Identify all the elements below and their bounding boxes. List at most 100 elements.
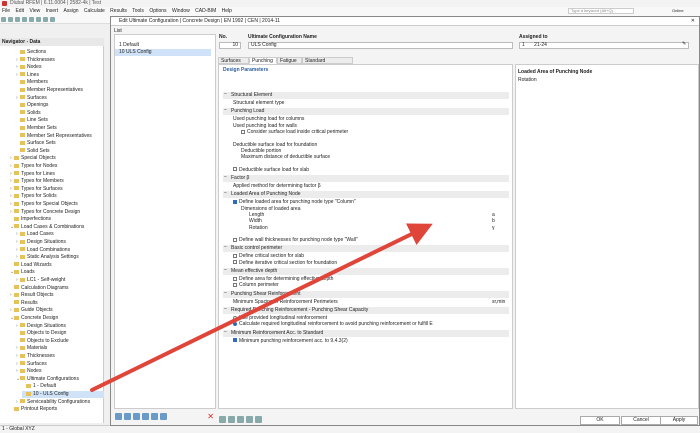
param-group-header[interactable]: Factor β bbox=[223, 175, 509, 182]
param-row[interactable]: Deductible surface load for slab bbox=[233, 167, 309, 173]
new-icon[interactable] bbox=[1, 17, 6, 22]
navigator-item[interactable]: › Types for Surfaces bbox=[10, 186, 104, 193]
param-group-header[interactable]: Punching Load bbox=[223, 108, 509, 116]
filter-icon[interactable] bbox=[246, 416, 253, 423]
open-icon[interactable] bbox=[8, 17, 13, 22]
checkbox[interactable] bbox=[233, 167, 237, 172]
navigator-item[interactable]: › Types for Nodes bbox=[10, 163, 104, 170]
assigned-field[interactable]: 1 21-24 bbox=[519, 42, 689, 49]
info-icon[interactable] bbox=[255, 416, 262, 423]
navigator-item[interactable]: › Design Situations bbox=[16, 323, 104, 330]
navigator-item[interactable]: › Lines bbox=[16, 72, 104, 79]
menu-options[interactable]: Options bbox=[147, 7, 168, 15]
navigator-item[interactable]: Sections bbox=[16, 49, 104, 56]
navigator-item[interactable]: ⌄ Load Cases & Combinations bbox=[10, 224, 104, 231]
navigator-item[interactable]: 1 - Default bbox=[22, 383, 104, 390]
edit-selection-icon[interactable]: ✎ bbox=[682, 41, 686, 47]
select-icon[interactable] bbox=[36, 17, 41, 22]
help-icon[interactable] bbox=[219, 416, 226, 423]
sort-icon[interactable] bbox=[151, 413, 158, 420]
menu-cad-bim[interactable]: CAD-BIM bbox=[193, 7, 218, 15]
close-icon[interactable]: ✕ bbox=[691, 17, 695, 26]
navigator-item[interactable]: Members bbox=[16, 79, 104, 86]
navigator-item[interactable]: Member Set Representatives bbox=[16, 133, 104, 140]
navigator-item[interactable]: Objects to Design bbox=[16, 330, 104, 337]
param-row[interactable]: Define critical section for slab bbox=[233, 253, 304, 259]
navigator-item[interactable]: Load Wizards bbox=[10, 262, 104, 269]
search-input[interactable]: Type a keyword (Alt+Q) bbox=[568, 8, 634, 14]
navigator-item[interactable]: › LC1 - Self-weight bbox=[16, 277, 104, 284]
checkbox[interactable] bbox=[233, 237, 237, 242]
navigator-item[interactable]: › Serviceability Configurations bbox=[16, 399, 104, 406]
checkbox[interactable] bbox=[241, 129, 245, 134]
param-row[interactable]: Calculate required longitudinal reinforc… bbox=[233, 321, 433, 327]
navigator-item[interactable]: › Thicknesses bbox=[16, 353, 104, 360]
checkbox[interactable] bbox=[233, 199, 237, 204]
menu-results[interactable]: Results bbox=[108, 7, 129, 15]
navigator-item[interactable]: › Load Cases bbox=[16, 231, 104, 238]
param-group-header[interactable]: Structural Element bbox=[223, 92, 509, 99]
zoom-icon[interactable] bbox=[43, 17, 48, 22]
radio-button[interactable] bbox=[233, 321, 237, 326]
navigator-item[interactable]: Imperfections bbox=[10, 216, 104, 223]
navigator-item[interactable]: Solids bbox=[16, 110, 104, 117]
delete-icon[interactable]: ✕ bbox=[207, 413, 214, 421]
navigator-item[interactable]: › Special Objects bbox=[10, 155, 104, 162]
navigator-item[interactable]: ⌄ Ultimate Configurations bbox=[16, 376, 104, 383]
checkbox[interactable] bbox=[233, 254, 237, 259]
tab-surfaces[interactable]: Surfaces bbox=[218, 57, 249, 64]
navigator-item[interactable]: › Nodes bbox=[16, 64, 104, 71]
param-group-header[interactable]: Required Punching Reinforcement - Punchi… bbox=[223, 306, 509, 314]
navigator-item[interactable]: › Materials bbox=[16, 345, 104, 352]
menu-assign[interactable]: Assign bbox=[62, 7, 81, 15]
name-field[interactable]: ULS Config bbox=[248, 42, 513, 49]
checkbox[interactable] bbox=[233, 260, 237, 265]
coordinate-system-label[interactable]: 1 - Global XYZ bbox=[2, 426, 35, 432]
table-icon[interactable] bbox=[142, 413, 149, 420]
settings-icon[interactable] bbox=[237, 416, 244, 423]
import-icon[interactable] bbox=[160, 413, 167, 420]
param-row[interactable]: Use provided longitudinal reinforcement bbox=[233, 315, 327, 321]
navigator-item[interactable]: Solid Sets bbox=[16, 148, 104, 155]
menu-edit[interactable]: Edit bbox=[13, 7, 26, 15]
navigator-item[interactable]: › Load Combinations bbox=[16, 247, 104, 254]
navigator-item[interactable]: ⌄ Concrete Design bbox=[10, 315, 104, 322]
checkbox[interactable] bbox=[233, 338, 237, 343]
param-group-header[interactable]: Punching Shear Reinforcement bbox=[223, 290, 509, 298]
menu-calculate[interactable]: Calculate bbox=[82, 7, 107, 15]
param-row[interactable]: Consider surface load inside critical pe… bbox=[241, 129, 348, 135]
param-group-header[interactable]: Basic control perimeter bbox=[223, 245, 509, 253]
save-icon[interactable] bbox=[15, 17, 20, 22]
ok-button[interactable]: OK bbox=[580, 416, 620, 425]
param-row[interactable]: Define loaded area for punching node typ… bbox=[233, 199, 356, 205]
menu-tools[interactable]: Tools bbox=[130, 7, 146, 15]
navigator-item[interactable]: › Result Objects bbox=[10, 292, 104, 299]
navigator-item[interactable]: Objects to Exclude bbox=[16, 338, 104, 345]
check-icon[interactable] bbox=[133, 413, 140, 420]
param-group-header[interactable]: Loaded Area of Punching Node bbox=[223, 191, 509, 199]
param-row[interactable]: Define iterative critical section for fo… bbox=[233, 260, 337, 266]
navigator-item[interactable]: Surface Sets bbox=[16, 140, 104, 147]
tab-fatigue[interactable]: Fatigue bbox=[277, 57, 302, 64]
menu-window[interactable]: Window bbox=[170, 7, 192, 15]
navigator-item[interactable]: ⌄ Loads bbox=[10, 269, 104, 276]
navigator-item[interactable]: Openings bbox=[16, 102, 104, 109]
param-group-header[interactable]: Minimum Reinforcement Acc. to Standard bbox=[223, 329, 509, 337]
navigator-item[interactable]: › Types for Solids bbox=[10, 193, 104, 200]
checkbox[interactable] bbox=[233, 276, 237, 281]
navigator-item[interactable]: › Surfaces bbox=[16, 361, 104, 368]
navigator-item[interactable]: › Types for Concrete Design bbox=[10, 209, 104, 216]
menu-file[interactable]: File bbox=[0, 7, 12, 15]
param-row[interactable]: Define area for determining effective de… bbox=[233, 276, 333, 282]
checkbox[interactable] bbox=[233, 282, 237, 287]
undo-icon[interactable] bbox=[22, 17, 27, 22]
navigator-item[interactable]: › Static Analysis Settings bbox=[16, 254, 104, 261]
navigator-item[interactable]: › Types for Lines bbox=[10, 171, 104, 178]
navigator-item[interactable]: › Thicknesses bbox=[16, 57, 104, 64]
navigator-item[interactable]: Calculation Diagrams bbox=[10, 285, 104, 292]
radio-button[interactable] bbox=[233, 315, 237, 320]
new-config-icon[interactable] bbox=[115, 413, 122, 420]
redo-icon[interactable] bbox=[29, 17, 34, 22]
navigator-item[interactable]: › Guide Objects bbox=[10, 307, 104, 314]
apply-button[interactable]: Apply bbox=[660, 416, 698, 425]
